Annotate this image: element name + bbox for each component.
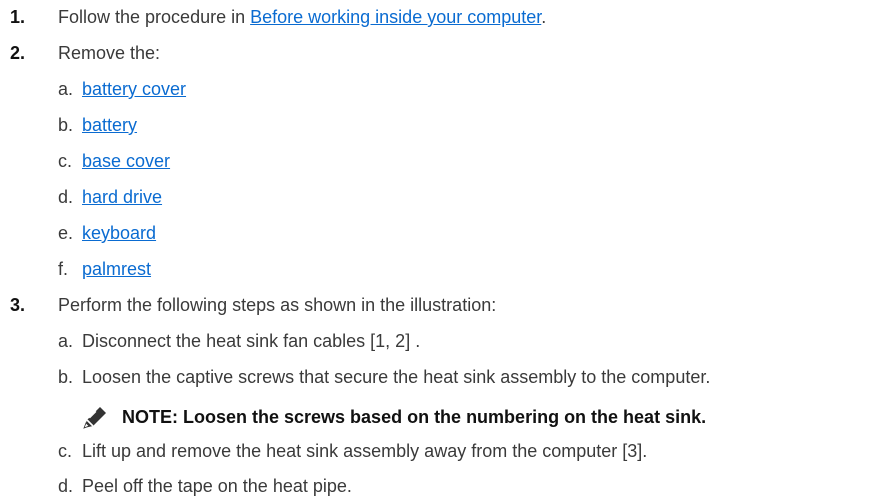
item-text: Peel off the tape on the heat pipe. — [82, 476, 352, 496]
step-number: 3. — [10, 295, 26, 315]
document-page: 1. Follow the procedure in Before workin… — [0, 0, 896, 499]
step-text: Remove the: — [58, 43, 161, 63]
item-letter: a. — [58, 79, 74, 99]
link-keyboard[interactable]: keyboard — [82, 222, 156, 244]
link-hard-drive[interactable]: hard drive — [82, 186, 162, 208]
step-number: 2. — [10, 43, 26, 63]
item-letter: c. — [58, 151, 73, 171]
link-palmrest[interactable]: palmrest — [82, 258, 151, 280]
link-before-working[interactable]: Before working inside your computer — [250, 7, 541, 27]
step-text-suffix: . — [541, 7, 547, 27]
item-text: Disconnect the heat sink fan cables [1, … — [82, 331, 421, 351]
step-number: 1. — [10, 7, 26, 27]
item-letter: e. — [58, 223, 74, 243]
link-battery[interactable]: battery — [82, 114, 137, 136]
step-text: Follow the procedure in Before working i… — [58, 6, 546, 28]
note-text: NOTE: Loosen the screws based on the num… — [122, 407, 707, 427]
pencil-note-icon — [83, 407, 106, 429]
step-text-prefix: Follow the procedure in — [58, 7, 251, 27]
item-letter: f. — [58, 259, 69, 279]
step-text: Perform the following steps as shown in … — [58, 295, 497, 315]
item-letter: c. — [58, 441, 73, 461]
item-text: Loosen the captive screws that secure th… — [82, 367, 711, 387]
item-letter: d. — [58, 187, 74, 207]
item-letter: a. — [58, 331, 74, 351]
item-letter: b. — [58, 115, 74, 135]
item-letter: b. — [58, 367, 74, 387]
link-base-cover[interactable]: base cover — [82, 150, 170, 172]
link-battery-cover[interactable]: battery cover — [82, 78, 186, 100]
item-letter: d. — [58, 476, 74, 496]
item-text: Lift up and remove the heat sink assembl… — [82, 441, 648, 461]
